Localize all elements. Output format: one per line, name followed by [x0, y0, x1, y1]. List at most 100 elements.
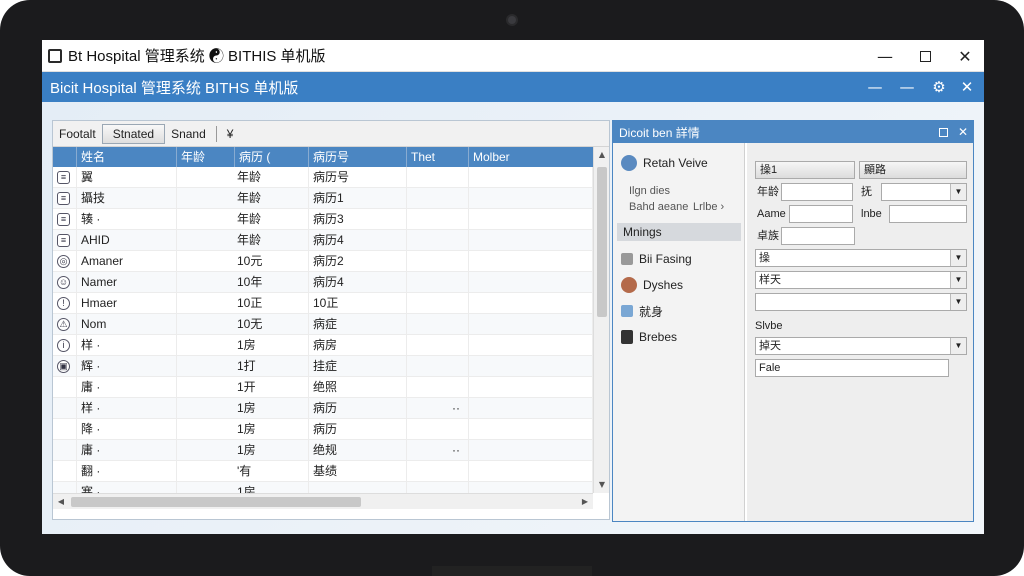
vertical-scroll-thumb[interactable] — [597, 167, 607, 317]
form-select-4[interactable]: 掉天 ▼ — [755, 337, 967, 355]
row-icon-cell: ☺ — [53, 272, 77, 293]
table-row[interactable]: ☺ Namer 10年 病历4 — [53, 272, 593, 293]
column-header-record-no[interactable]: 病历号 — [309, 147, 407, 167]
cell-thet — [407, 230, 469, 251]
cell-age: 1房 — [177, 398, 309, 419]
scroll-left-icon[interactable]: ◀ — [53, 494, 69, 510]
cell-molber — [469, 314, 593, 335]
row-icon-cell — [53, 377, 77, 398]
table-row[interactable]: ◎ Amaner 10元 病历2 — [53, 251, 593, 272]
detail-panel: Dicoit ben 詳情 ✕ Retah Veive Ilgn dies Ba… — [612, 120, 974, 522]
nav-group-header[interactable]: Mnings — [617, 223, 741, 241]
cell-name: 攝技 — [77, 188, 177, 209]
cell-age: 年龄 — [177, 167, 309, 188]
column-header-record[interactable]: 病历 ( — [235, 147, 309, 167]
cell-molber — [469, 335, 593, 356]
nav-sub-item[interactable]: Bahd aeane — [629, 201, 688, 213]
nav-sub-link[interactable]: Lrlbe › — [693, 201, 724, 213]
maximize-icon[interactable] — [906, 40, 944, 72]
cell-molber — [469, 209, 593, 230]
nav-item-body[interactable]: 就身 — [621, 301, 663, 321]
form-select-3[interactable]: ▼ — [755, 293, 967, 311]
cell-name: Hmaer — [77, 293, 177, 314]
cell-record-no: 病历1 — [309, 188, 407, 209]
table-row[interactable]: ≡ 辏 · 年龄 病历3 — [53, 209, 593, 230]
cell-record-no: 病历 — [309, 419, 407, 440]
table-row[interactable]: 庸 · 1开 绝照 — [53, 377, 593, 398]
column-header-icon — [53, 147, 77, 167]
list-toolbar: Footalt Stnated Snand ¥ — [53, 121, 609, 147]
table-row[interactable]: ⚠ Nom 10无 病症 — [53, 314, 593, 335]
table-row[interactable]: 样 · 1房 病历 ·· — [53, 398, 593, 419]
form-button-1[interactable]: 操1 — [755, 161, 855, 179]
window-title: Bt Hospital 管理系统 ☯ BITHIS 单机版 — [68, 48, 326, 65]
close-icon[interactable]: ✕ — [946, 40, 984, 72]
cell-name: 翻 · — [77, 461, 177, 482]
cell-age: 10元 — [177, 251, 309, 272]
scroll-right-icon[interactable]: ▶ — [577, 494, 593, 510]
cell-thet — [407, 356, 469, 377]
table-row[interactable]: 降 · 1房 病历 — [53, 419, 593, 440]
cell-age: 年龄 — [177, 188, 309, 209]
form-input-4[interactable] — [889, 205, 967, 223]
nav-profile[interactable]: Retah Veive — [621, 153, 708, 173]
cell-record-no: 挂症 — [309, 356, 407, 377]
close-panel-icon[interactable]: ✕ — [953, 121, 973, 143]
table-row[interactable]: ≡ 翼年龄 病历号 — [53, 167, 593, 188]
form-select-2[interactable]: ▼ — [881, 183, 967, 201]
row-icon-cell — [53, 461, 77, 482]
table-row[interactable]: 庸 · 1房 绝规 ·· — [53, 440, 593, 461]
cell-molber — [469, 398, 593, 419]
form-select-status[interactable]: 样天 ▼ — [755, 271, 967, 289]
cell-name: AHID — [77, 230, 177, 251]
cell-name: 辏 · — [77, 209, 177, 230]
form-button-2[interactable]: 顯路 — [859, 161, 967, 179]
scroll-down-icon[interactable]: ▼ — [594, 477, 610, 493]
vertical-scrollbar[interactable]: ▲ ▼ — [593, 147, 609, 493]
cell-molber — [469, 230, 593, 251]
toolbar-item-footalt[interactable]: Footalt — [53, 127, 102, 141]
table-row[interactable]: 翻 · '有 基绩 — [53, 461, 593, 482]
scroll-up-icon[interactable]: ▲ — [594, 147, 610, 163]
table-row[interactable]: 塞 · 1房 — [53, 482, 593, 493]
cell-thet — [407, 293, 469, 314]
column-header-name[interactable]: 姓名 — [77, 147, 177, 167]
column-header-molber[interactable]: Molber — [469, 147, 593, 167]
minimize-icon[interactable]: — — [866, 40, 904, 72]
table-row[interactable]: ▣ 辉 · 1打 挂症 — [53, 356, 593, 377]
restore-panel-icon[interactable] — [933, 121, 953, 143]
cell-age: 1房 — [177, 335, 309, 356]
gear-icon[interactable]: ⚙ — [926, 72, 952, 102]
alert-icon: ! — [57, 297, 70, 310]
horizontal-scroll-thumb[interactable] — [71, 497, 361, 507]
close-app-icon[interactable]: ✕ — [954, 72, 980, 102]
toolbar-stnated-button[interactable]: Stnated — [101, 123, 166, 144]
camera-icon — [506, 14, 518, 26]
column-header-thet[interactable]: Thet — [407, 147, 469, 167]
column-header-age[interactable]: 年龄 — [177, 147, 235, 167]
row-icon-cell: ▣ — [53, 356, 77, 377]
table-row[interactable]: ≡ 攝技 年龄 病历1 — [53, 188, 593, 209]
nav-item-dyshes[interactable]: Dyshes — [621, 275, 683, 295]
chevron-down-icon: ▼ — [950, 338, 966, 354]
minimize-panel-icon[interactable]: — — [894, 72, 920, 102]
form-input-age[interactable] — [781, 183, 853, 201]
detail-panel-title: Dicoit ben 詳情 — [619, 125, 700, 140]
form-input-name[interactable] — [789, 205, 853, 223]
table-row[interactable]: i 样 · 1房 病房 — [53, 335, 593, 356]
toolbar-item-snand[interactable]: Snand — [165, 127, 212, 141]
form-input-ethnicity[interactable] — [781, 227, 855, 245]
form-input-last[interactable]: Fale — [755, 359, 949, 377]
cell-name: 翼 — [77, 167, 177, 188]
document-icon: ≡ — [57, 171, 70, 184]
cell-thet — [407, 461, 469, 482]
table-row[interactable]: ! Hmaer 10正 10正 — [53, 293, 593, 314]
nav-item-brebes[interactable]: Brebes — [621, 327, 677, 347]
nav-item-fasing[interactable]: Bii Fasing — [621, 249, 692, 269]
form-select-1[interactable]: 操 ▼ — [755, 249, 967, 267]
toolbar-item-yen[interactable]: ¥ — [221, 127, 240, 141]
cell-record-no: 病历4 — [309, 230, 407, 251]
collapse-icon[interactable]: — — [862, 72, 888, 102]
horizontal-scrollbar[interactable]: ◀ ▶ — [53, 493, 593, 509]
table-row[interactable]: ≡ AHID 年龄 病历4 — [53, 230, 593, 251]
